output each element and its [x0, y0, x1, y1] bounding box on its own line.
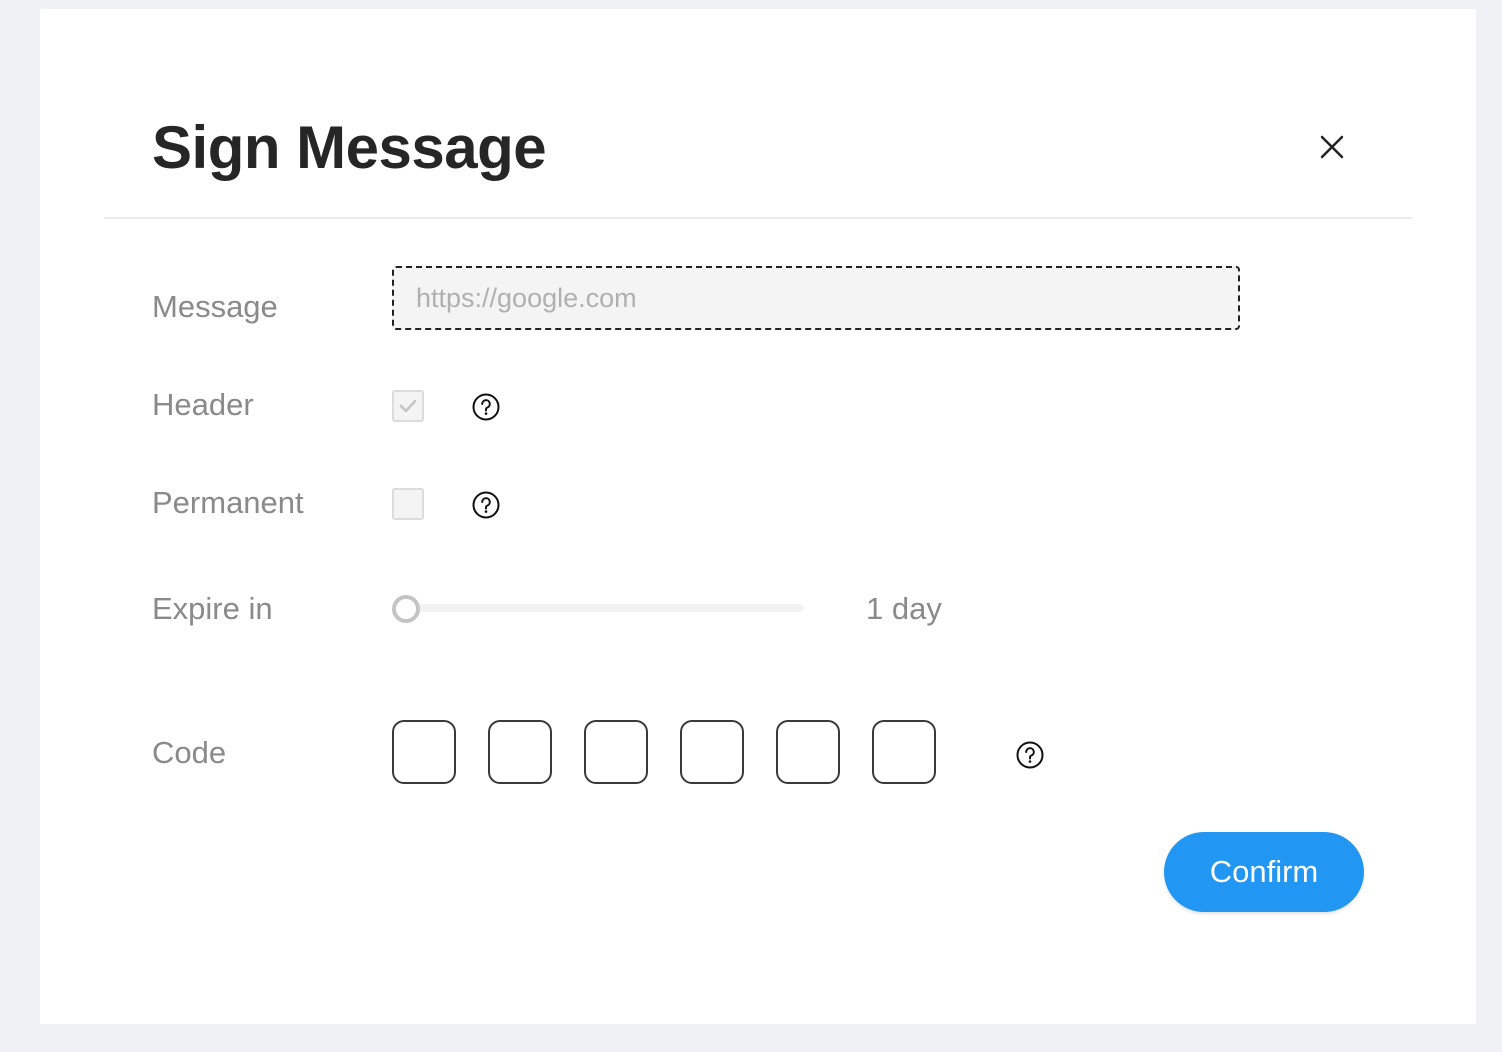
code-digit-2[interactable]	[488, 720, 552, 784]
header-checkbox[interactable]	[392, 390, 424, 422]
close-button[interactable]	[1310, 125, 1354, 169]
permanent-help-icon[interactable]	[471, 490, 501, 520]
permanent-label: Permanent	[152, 485, 304, 520]
expire-label: Expire in	[152, 591, 273, 626]
code-digit-6[interactable]	[872, 720, 936, 784]
header-help-icon[interactable]	[471, 392, 501, 422]
code-help-icon[interactable]	[1015, 740, 1045, 770]
message-input[interactable]	[392, 266, 1240, 330]
checkmark-icon	[399, 399, 417, 413]
code-label: Code	[152, 735, 227, 770]
message-label: Message	[152, 289, 278, 324]
code-digit-4[interactable]	[680, 720, 744, 784]
header-label: Header	[152, 387, 254, 422]
sign-message-dialog: Sign Message Message Header Permanent Ex…	[40, 9, 1476, 1024]
confirm-button[interactable]: Confirm	[1164, 832, 1364, 912]
expire-slider-track[interactable]	[392, 604, 804, 612]
close-icon[interactable]	[1310, 125, 1354, 169]
permanent-checkbox[interactable]	[392, 488, 424, 520]
header-divider	[104, 217, 1412, 219]
code-digit-1[interactable]	[392, 720, 456, 784]
page-background-strip	[0, 1024, 1502, 1052]
code-digit-3[interactable]	[584, 720, 648, 784]
code-digit-5[interactable]	[776, 720, 840, 784]
page-top-border	[40, 0, 1476, 6]
dialog-title: Sign Message	[152, 114, 547, 181]
expire-value: 1 day	[866, 591, 942, 626]
expire-slider-handle[interactable]	[392, 595, 420, 623]
